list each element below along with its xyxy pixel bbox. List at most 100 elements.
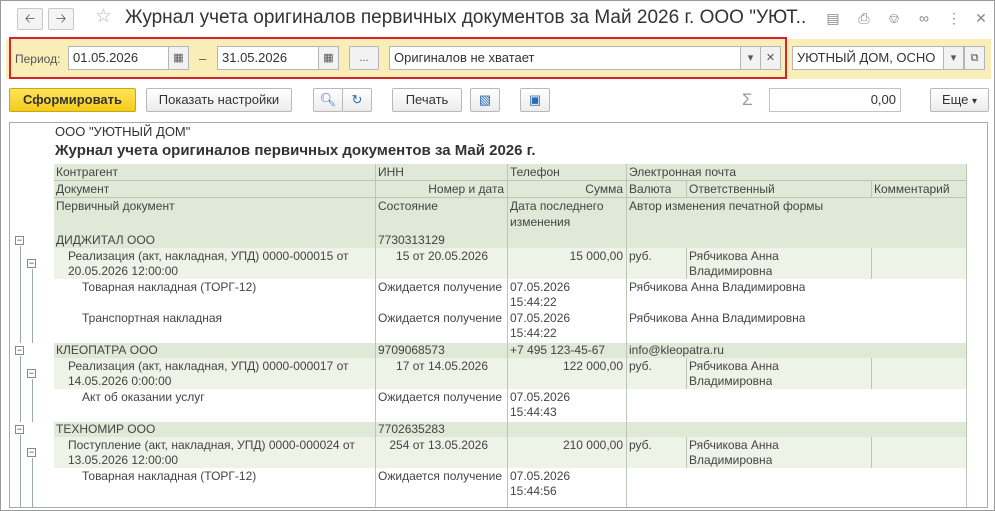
tree-line <box>20 356 21 422</box>
document-responsible: Владимировна <box>689 453 773 467</box>
chevron-down-icon: ▾ <box>972 96 978 107</box>
divider <box>686 437 687 468</box>
forward-arrow-icon[interactable]: 🡢 <box>48 8 74 30</box>
report-title: Журнал учета оригиналов первичных докуме… <box>55 142 536 159</box>
contractor-email[interactable]: info@kleopatra.ru <box>629 343 724 358</box>
sum-field: 0,00 <box>769 88 901 112</box>
divider <box>966 164 967 507</box>
table-row[interactable] <box>54 422 967 437</box>
title-bar: 🡠 🡢 ☆ Журнал учета оригиналов первичных … <box>1 1 995 35</box>
divider <box>871 437 872 468</box>
contractor-name: ТЕХНОМИР ООО <box>56 422 156 436</box>
print-button[interactable]: Печать <box>392 88 462 112</box>
header-responsible: Ответственный <box>689 182 775 196</box>
print-icon[interactable]: ⎙ <box>854 8 874 28</box>
report-organization: ООО "УЮТНЫЙ ДОМ" <box>55 124 191 139</box>
collapse-icon[interactable]: − <box>27 448 36 457</box>
contractor-inn: 7730313129 <box>378 233 445 247</box>
document-number-date: 15 от 20.05.2026 <box>396 249 488 263</box>
primary-document-name: Товарная накладная (ТОРГ-12) <box>82 280 257 294</box>
header-phone: Телефон <box>510 165 560 179</box>
document-name: Реализация (акт, накладная, УПД) 0000-00… <box>68 249 349 263</box>
primary-document-name: Акт об оказании услуг <box>82 390 205 404</box>
search-refresh-icon[interactable]: ↻ <box>342 88 372 112</box>
tree-line <box>32 458 33 507</box>
document-number-date: 254 от 13.05.2026 <box>389 438 488 452</box>
save-icon[interactable]: ▤ <box>823 8 843 28</box>
print-preview-icon[interactable]: ▧ <box>470 88 500 112</box>
primary-document-date: 07.05.2026 <box>510 311 571 325</box>
primary-document-time: 15:44:43 <box>510 405 557 419</box>
favorite-star-icon[interactable]: ☆ <box>95 6 112 28</box>
header-last-change: изменения <box>510 215 571 229</box>
chain-link-icon[interactable]: ∞ <box>914 8 934 28</box>
header-sum: Сумма <box>585 182 623 196</box>
organization-select[interactable]: УЮТНЫЙ ДОМ, ОСНО <box>792 46 944 70</box>
open-icon[interactable]: ⧉ <box>964 46 985 70</box>
report-area[interactable]: ООО "УЮТНЫЙ ДОМ" Журнал учета оригиналов… <box>9 122 988 508</box>
document-date: 20.05.2026 12:00:00 <box>68 264 179 278</box>
header-state: Состояние <box>378 199 438 213</box>
primary-document-time: 15:44:56 <box>510 484 557 498</box>
document-sum: 210 000,00 <box>562 438 623 452</box>
divider <box>871 358 872 389</box>
collapse-icon[interactable]: − <box>15 425 24 434</box>
window-frame: 🡠 🡢 ☆ Журнал учета оригиналов первичных … <box>0 0 995 511</box>
primary-document-state: Ожидается получение <box>378 390 503 404</box>
primary-document-time: 15:44:22 <box>510 295 557 309</box>
collapse-icon[interactable]: − <box>27 369 36 378</box>
generate-button[interactable]: Сформировать <box>9 88 136 112</box>
contractor-inn: 9709068573 <box>378 343 445 357</box>
document-responsible: Рябчикова Анна <box>689 359 779 373</box>
document-sum: 122 000,00 <box>562 359 623 373</box>
chevron-down-icon[interactable]: ▾ <box>943 46 964 70</box>
document-number-date: 17 от 14.05.2026 <box>396 359 488 373</box>
divider <box>54 197 967 198</box>
document-responsible: Рябчикова Анна <box>689 249 779 263</box>
divider <box>375 233 376 507</box>
primary-document-state: Ожидается получение <box>378 280 503 294</box>
header-last-change: Дата последнего <box>510 199 604 213</box>
header-email: Электронная почта <box>629 165 737 179</box>
collapse-icon[interactable]: − <box>27 259 36 268</box>
contractor-name: ДИДЖИТАЛ ООО <box>56 233 155 247</box>
tree-line <box>20 435 21 507</box>
header-inn: ИНН <box>378 165 404 179</box>
more-vertical-icon[interactable]: ⋮ <box>944 8 964 28</box>
table-row[interactable] <box>54 233 967 248</box>
primary-document-author: Рябчикова Анна Владимировна <box>629 280 806 294</box>
document-responsible: Владимировна <box>689 374 773 388</box>
link-icon[interactable]: ⎊ <box>884 8 904 28</box>
primary-document-name: Транспортная накладная <box>82 311 223 325</box>
header-document: Документ <box>56 182 110 196</box>
highlight-frame <box>9 37 787 79</box>
save-icon[interactable]: ▣ <box>520 88 550 112</box>
search-icon[interactable]: 🔍︎ <box>313 88 343 112</box>
primary-document-time: 15:44:22 <box>510 326 557 340</box>
divider <box>686 248 687 279</box>
divider <box>626 233 627 507</box>
divider <box>54 180 967 181</box>
tree-line <box>32 379 33 422</box>
contractor-inn: 7702635283 <box>378 422 445 436</box>
more-button[interactable]: Еще ▾ <box>930 88 989 112</box>
document-name: Реализация (акт, накладная, УПД) 0000-00… <box>68 359 349 373</box>
primary-document-date: 07.05.2026 <box>510 390 571 404</box>
document-name: Поступление (акт, накладная, УПД) 0000-0… <box>68 438 355 452</box>
document-date: 13.05.2026 12:00:00 <box>68 453 179 467</box>
primary-document-name: Товарная накладная (ТОРГ-12) <box>82 469 257 483</box>
divider <box>871 248 872 279</box>
back-arrow-icon[interactable]: 🡠 <box>17 8 43 30</box>
window-title: Журнал учета оригиналов первичных докуме… <box>125 7 805 28</box>
divider <box>686 358 687 389</box>
header-contractor: Контрагент <box>56 165 119 179</box>
close-icon[interactable]: ✕ <box>971 8 991 28</box>
collapse-icon[interactable]: − <box>15 346 24 355</box>
document-currency: руб. <box>629 438 652 452</box>
more-label: Еще <box>941 92 969 107</box>
primary-document-state: Ожидается получение <box>378 311 503 325</box>
document-sum: 15 000,00 <box>569 249 623 263</box>
collapse-icon[interactable]: − <box>15 236 24 245</box>
show-settings-button[interactable]: Показать настройки <box>146 88 292 112</box>
divider <box>871 180 872 197</box>
